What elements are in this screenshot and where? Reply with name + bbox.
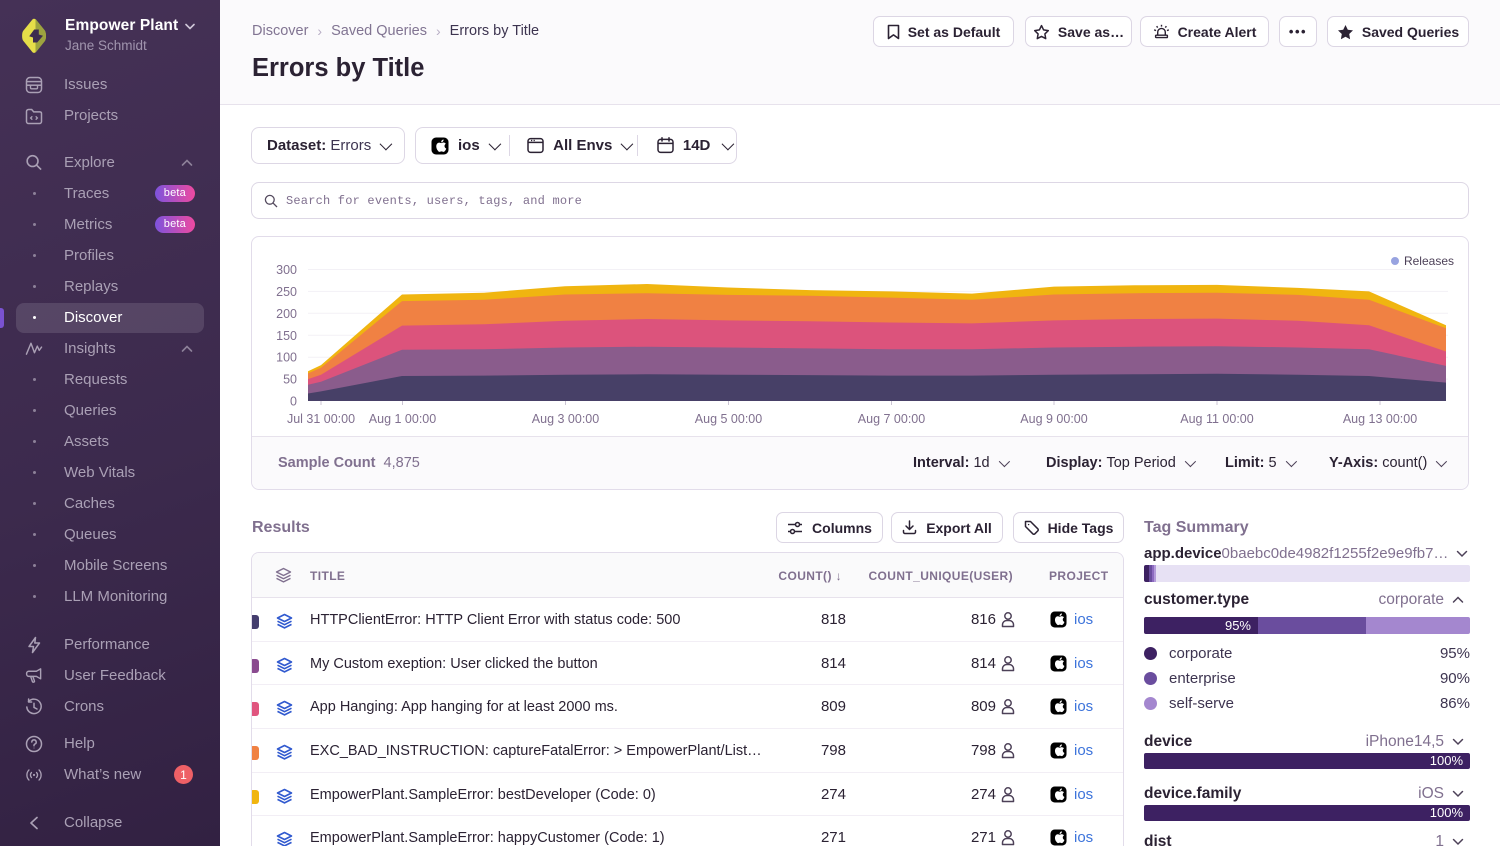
svg-text:0: 0 [290, 395, 297, 409]
svg-text:Aug 11 00:00: Aug 11 00:00 [1180, 412, 1253, 426]
svg-text:Aug 9 00:00: Aug 9 00:00 [1020, 412, 1087, 426]
svg-text:300: 300 [276, 263, 297, 277]
svg-text:Jul 31 00:00: Jul 31 00:00 [287, 412, 355, 426]
svg-text:50: 50 [283, 373, 297, 387]
svg-text:Aug 1 00:00: Aug 1 00:00 [369, 412, 436, 426]
svg-text:250: 250 [276, 285, 297, 299]
svg-text:150: 150 [276, 329, 297, 343]
svg-text:100: 100 [276, 351, 297, 365]
svg-text:200: 200 [276, 307, 297, 321]
svg-text:Aug 7 00:00: Aug 7 00:00 [858, 412, 925, 426]
svg-text:Aug 5 00:00: Aug 5 00:00 [695, 412, 762, 426]
svg-text:Aug 13 00:00: Aug 13 00:00 [1343, 412, 1417, 426]
svg-text:Aug 3 00:00: Aug 3 00:00 [532, 412, 599, 426]
